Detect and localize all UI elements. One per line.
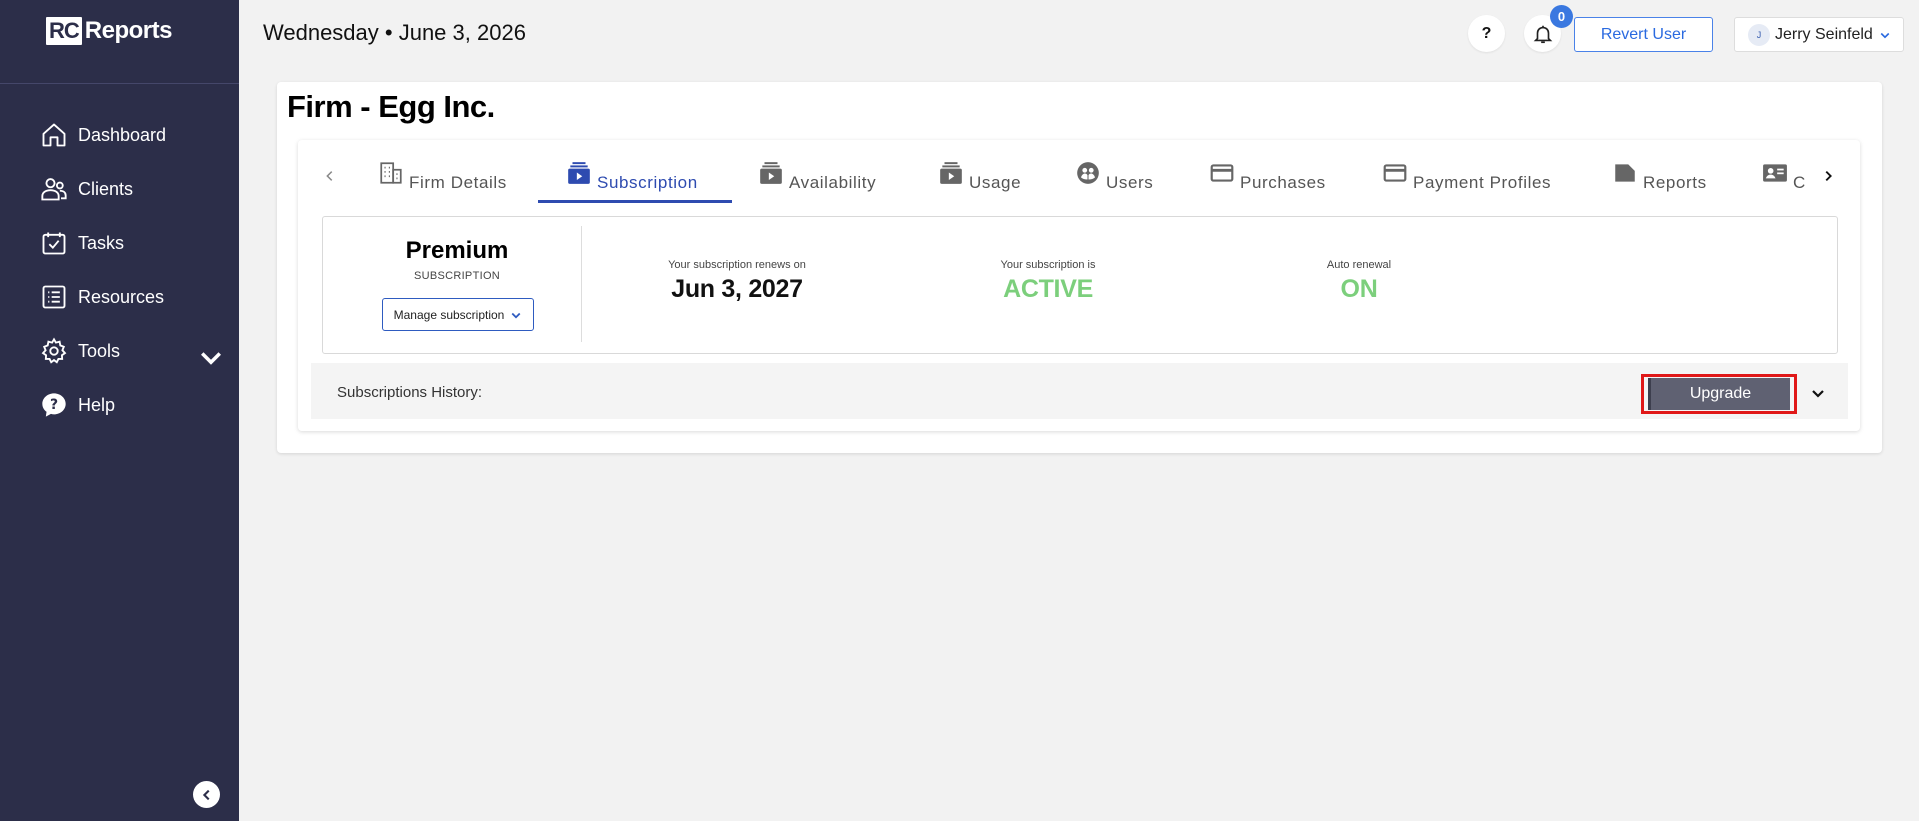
tab-firm-details[interactable]: Firm Details — [378, 160, 507, 204]
tab-subscription[interactable]: Subscription — [566, 160, 698, 204]
logo-text: Reports — [84, 17, 173, 44]
list-icon — [42, 285, 66, 309]
folder-icon — [1615, 164, 1635, 182]
sidebar-nav: Dashboard Clients Tasks Resources Tools … — [0, 108, 239, 432]
page-title: Firm - Egg Inc. — [287, 89, 495, 124]
manage-subscription-label: Manage subscription — [393, 307, 505, 322]
tab-label: Availability — [789, 173, 877, 192]
sidebar-item-label: Tools — [78, 340, 121, 361]
chevron-down-icon — [1880, 32, 1890, 38]
plan-caption: SUBSCRIPTION — [413, 270, 501, 282]
sidebar-collapse-button[interactable] — [193, 781, 220, 808]
status-badge: ACTIVE — [1003, 275, 1093, 303]
calendar-check-icon — [42, 232, 66, 255]
renewal-label: Your subscription renews on — [668, 259, 806, 271]
active-tab-indicator — [538, 200, 732, 203]
sidebar-item-label: Resources — [78, 286, 165, 307]
chevron-down-icon — [1812, 390, 1824, 398]
subscriptions-history-row[interactable] — [311, 363, 1848, 419]
tab-payment-profiles[interactable]: Payment Profiles — [1382, 160, 1551, 204]
sidebar: RC Reports Dashboard Clients Tasks Resou… — [0, 0, 239, 821]
upgrade-button[interactable]: Upgrade — [1648, 378, 1790, 410]
users-icon — [41, 178, 67, 201]
auto-renewal-label: Auto renewal — [1326, 259, 1392, 271]
notification-badge: 0 — [1550, 5, 1573, 28]
user-name: Jerry Seinfeld — [1775, 25, 1873, 43]
tab-label: Usage — [969, 173, 1022, 192]
sidebar-item-clients[interactable]: Clients — [0, 162, 239, 216]
avatar: J — [1748, 23, 1770, 46]
history-expand-button[interactable] — [1808, 383, 1828, 403]
building-icon — [380, 162, 402, 184]
tab-usage[interactable]: Usage — [938, 160, 1021, 204]
sidebar-item-label: Help — [78, 394, 116, 415]
status-info: Your subscription is ACTIVE — [938, 259, 1158, 304]
credit-card-icon — [1210, 164, 1234, 182]
sidebar-item-label: Clients — [78, 178, 134, 199]
tab-reports[interactable]: Reports — [1612, 160, 1707, 204]
tab-purchases[interactable]: Purchases — [1209, 160, 1326, 204]
sidebar-item-tasks[interactable]: Tasks — [0, 216, 239, 270]
manage-subscription-button[interactable]: Manage subscription — [382, 298, 534, 331]
subscription-icon — [760, 162, 782, 184]
logo-box: RC — [46, 17, 82, 45]
help-button[interactable]: ? — [1468, 15, 1505, 52]
tabs-scroll-left-button[interactable] — [320, 166, 340, 186]
bell-icon — [1533, 25, 1552, 43]
tab-label: Firm Details — [409, 173, 507, 192]
tab-availability[interactable]: Availability — [758, 160, 876, 204]
history-label: Subscriptions History: — [337, 384, 483, 401]
chevron-right-icon — [1825, 170, 1832, 182]
sidebar-divider — [0, 83, 239, 84]
credit-card-icon — [1383, 164, 1407, 182]
current-date: Wednesday • June 3, 2026 — [263, 20, 526, 45]
home-icon — [42, 123, 66, 147]
svg-text:?: ? — [50, 397, 58, 413]
revert-user-button[interactable]: Revert User — [1574, 17, 1713, 52]
tab-users[interactable]: Users — [1075, 160, 1153, 204]
sidebar-item-label: Dashboard — [78, 124, 167, 145]
user-menu-button[interactable]: J Jerry Seinfeld — [1734, 17, 1904, 52]
sidebar-item-label: Tasks — [78, 232, 125, 253]
subscription-icon — [568, 162, 590, 184]
tab-label: Purchases — [1240, 173, 1326, 192]
contact-card-icon — [1763, 164, 1787, 182]
plan-name: Premium — [405, 237, 509, 264]
tab-label: Users — [1106, 173, 1154, 192]
subscription-icon — [940, 162, 962, 184]
tab-label: C — [1793, 173, 1806, 192]
tab-label: Reports — [1643, 173, 1707, 192]
tab-label: Subscription — [597, 173, 698, 192]
status-label: Your subscription is — [1000, 259, 1096, 271]
chevron-down-icon — [201, 352, 221, 365]
renewal-date: Jun 3, 2027 — [671, 275, 803, 303]
chevron-left-icon — [326, 171, 333, 181]
tabs-scroll-right-button[interactable] — [1818, 166, 1838, 186]
renewal-info: Your subscription renews on Jun 3, 2027 — [627, 259, 847, 304]
tab-contacts[interactable]: C — [1762, 160, 1820, 204]
gear-icon — [41, 337, 67, 364]
auto-renewal-value: ON — [1340, 275, 1378, 303]
help-bubble-icon: ? — [42, 393, 66, 417]
chevron-left-icon — [202, 789, 209, 800]
sidebar-item-dashboard[interactable]: Dashboard — [0, 108, 239, 162]
tab-label: Payment Profiles — [1413, 173, 1552, 192]
auto-renewal-info: Auto renewal ON — [1249, 259, 1469, 304]
summary-divider — [581, 226, 582, 342]
chevron-down-icon — [511, 312, 521, 319]
sidebar-item-resources[interactable]: Resources — [0, 270, 239, 324]
sidebar-item-help[interactable]: ? Help — [0, 378, 239, 432]
app-logo[interactable]: RC Reports — [46, 16, 172, 46]
sidebar-item-tools[interactable]: Tools — [0, 324, 239, 378]
group-icon — [1077, 162, 1099, 184]
